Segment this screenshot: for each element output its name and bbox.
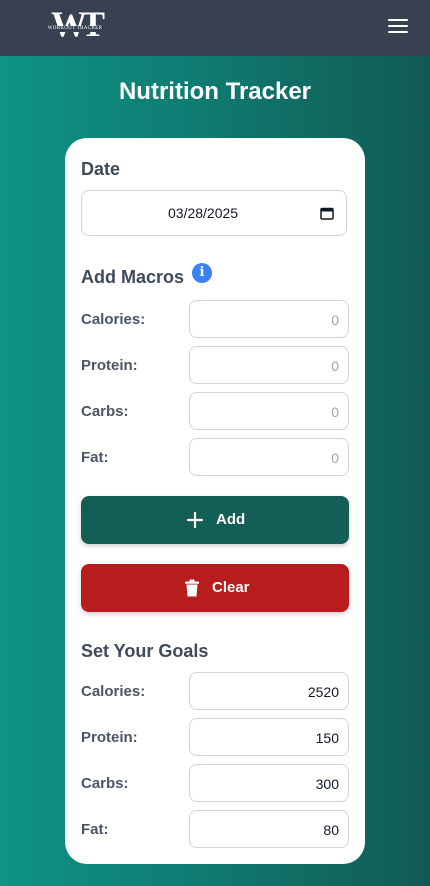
calendar-icon[interactable]: [320, 207, 334, 220]
goal-label-protein: Protein:: [81, 729, 138, 746]
carbs-input[interactable]: 0: [189, 392, 349, 430]
goal-fat-input[interactable]: 80: [189, 810, 349, 848]
carbs-placeholder: 0: [331, 404, 339, 420]
plus-icon: [186, 511, 204, 529]
goal-carbs-input[interactable]: 300: [189, 764, 349, 802]
protein-input[interactable]: 0: [189, 346, 349, 384]
info-icon[interactable]: i: [192, 263, 212, 283]
hamburger-menu-icon[interactable]: [386, 16, 410, 36]
trash-icon: [185, 579, 199, 597]
clear-button[interactable]: Clear: [81, 564, 349, 612]
protein-placeholder: 0: [331, 358, 339, 374]
goal-calories-value: 2520: [307, 684, 339, 700]
add-macros-title: Add Macros: [81, 267, 185, 287]
calories-input[interactable]: 0: [189, 300, 349, 338]
macro-label-calories: Calories:: [81, 311, 146, 328]
calories-placeholder: 0: [331, 312, 339, 328]
goal-label-carbs: Carbs:: [81, 775, 129, 792]
page-title: Nutrition Tracker: [118, 78, 312, 105]
set-goals-title: Set Your Goals: [81, 641, 209, 661]
macro-label-fat: Fat:: [81, 449, 109, 466]
clear-button-label: Clear: [212, 579, 250, 596]
goal-carbs-value: 300: [315, 776, 339, 792]
macro-label-protein: Protein:: [81, 357, 138, 374]
fat-input[interactable]: 0: [189, 438, 349, 476]
fat-placeholder: 0: [331, 450, 339, 466]
workout-tracker-logo[interactable]: WT WORKOUT TRACKER: [40, 4, 110, 50]
goal-protein-input[interactable]: 150: [189, 718, 349, 756]
add-button[interactable]: Add: [81, 496, 349, 544]
date-input[interactable]: 03/28/2025: [81, 190, 347, 236]
logo-subtitle: WORKOUT TRACKER: [44, 26, 106, 32]
goal-label-calories: Calories:: [81, 683, 146, 700]
macro-label-carbs: Carbs:: [81, 403, 129, 420]
logo-letters: WT: [50, 4, 105, 44]
goal-fat-value: 80: [323, 822, 339, 838]
goal-label-fat: Fat:: [81, 821, 109, 838]
goal-protein-value: 150: [315, 730, 339, 746]
navbar: WT WORKOUT TRACKER: [0, 0, 430, 56]
date-value: 03/28/2025: [168, 205, 239, 221]
nutrition-card: Date 03/28/2025 Add Macros i Calories: 0…: [65, 138, 365, 864]
goal-calories-input[interactable]: 2520: [189, 672, 349, 710]
date-section-title: Date: [81, 159, 121, 179]
add-button-label: Add: [216, 511, 246, 528]
